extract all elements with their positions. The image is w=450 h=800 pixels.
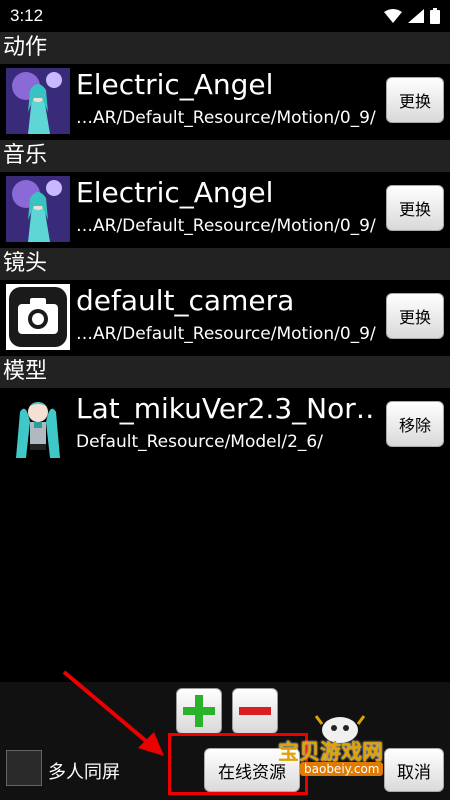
model-path: Default_Resource/Model/2_6/ xyxy=(76,432,323,452)
status-bar: 3:12 xyxy=(0,0,450,32)
battery-icon xyxy=(430,8,440,24)
motion-thumbnail xyxy=(6,68,70,134)
music-thumbnail xyxy=(6,176,70,242)
music-title: Electric_Angel xyxy=(76,176,274,209)
replace-camera-button[interactable]: 更换 xyxy=(386,293,444,339)
plus-icon xyxy=(183,695,215,727)
list-item-model[interactable]: Lat_mikuVer2.3_Nor… Default_Resource/Mod… xyxy=(0,388,450,464)
watermark-url: baobeiy.com xyxy=(300,762,384,776)
add-button[interactable] xyxy=(176,688,222,734)
camera-path: …AR/Default_Resource/Motion/0_9/ xyxy=(76,324,376,344)
model-title: Lat_mikuVer2.3_Nor… xyxy=(76,392,376,425)
section-header-camera: 镜头 xyxy=(0,248,450,280)
section-header-music: 音乐 xyxy=(0,140,450,172)
multi-screen-checkbox[interactable] xyxy=(6,750,42,786)
motion-title: Electric_Angel xyxy=(76,68,274,101)
replace-motion-button[interactable]: 更换 xyxy=(386,77,444,123)
camera-title: default_camera xyxy=(76,284,295,317)
cancel-button[interactable]: 取消 xyxy=(384,748,444,792)
status-time: 3:12 xyxy=(10,6,44,25)
model-thumbnail xyxy=(6,392,70,458)
camera-icon xyxy=(6,284,70,350)
list-item-motion[interactable]: Electric_Angel …AR/Default_Resource/Moti… xyxy=(0,64,450,140)
remove-button[interactable] xyxy=(232,688,278,734)
multi-screen-label: 多人同屏 xyxy=(48,762,120,783)
minus-icon xyxy=(239,707,271,715)
list-item-music[interactable]: Electric_Angel …AR/Default_Resource/Moti… xyxy=(0,172,450,248)
music-path: …AR/Default_Resource/Motion/0_9/ xyxy=(76,216,376,236)
section-header-motion: 动作 xyxy=(0,32,450,64)
signal-icon xyxy=(408,9,424,23)
section-header-model: 模型 xyxy=(0,356,450,388)
motion-path: …AR/Default_Resource/Motion/0_9/ xyxy=(76,108,376,128)
list-item-camera[interactable]: default_camera …AR/Default_Resource/Moti… xyxy=(0,280,450,356)
status-icons xyxy=(384,8,440,24)
annotation-arrow xyxy=(62,670,164,756)
wifi-icon xyxy=(384,9,402,23)
replace-music-button[interactable]: 更换 xyxy=(386,185,444,231)
remove-model-button[interactable]: 移除 xyxy=(386,401,444,447)
